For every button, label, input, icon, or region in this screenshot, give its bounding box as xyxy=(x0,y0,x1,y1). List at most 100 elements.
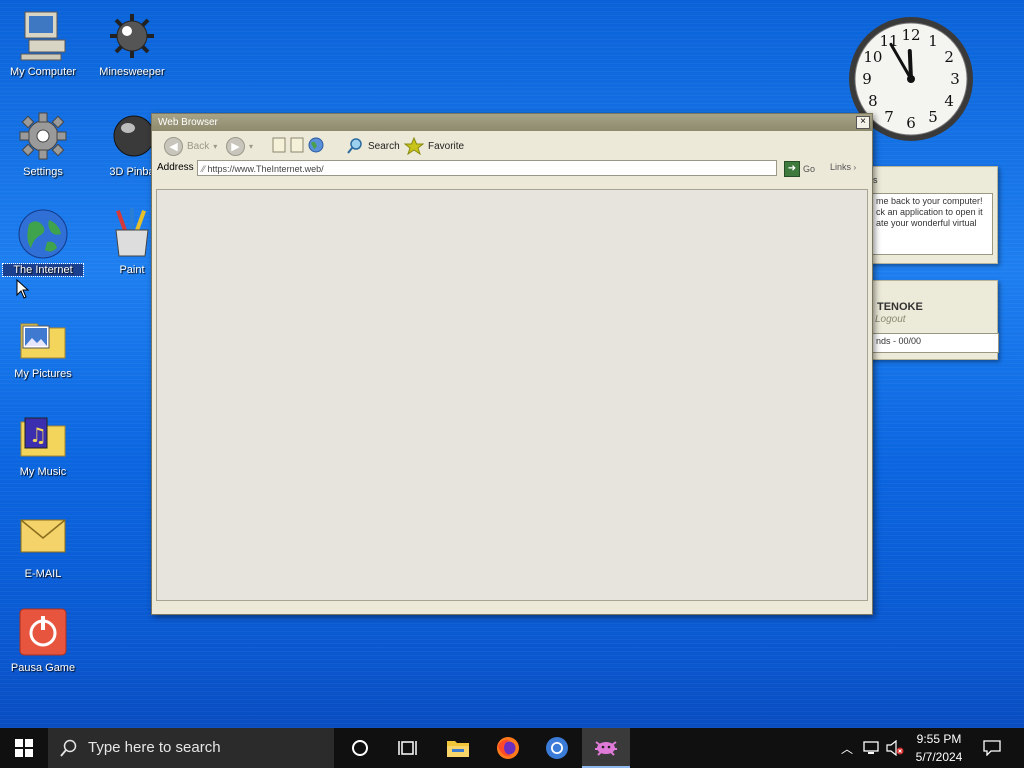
clock-numeral: 7 xyxy=(884,108,894,126)
username: TENOKE xyxy=(877,301,923,313)
pausa-game-label: Pausa Game xyxy=(10,662,76,674)
taskbar-date: 5/7/2024 xyxy=(915,750,963,764)
the-internet-shortcut[interactable]: The Internet xyxy=(2,208,84,277)
pink-creature-icon xyxy=(595,741,617,756)
page-content-area[interactable] xyxy=(156,189,868,601)
search-button[interactable]: Search xyxy=(346,137,400,155)
window-title: Web Browser xyxy=(158,117,218,128)
folder-icon xyxy=(447,741,469,757)
go-arrow-icon: ➜ xyxy=(784,161,800,177)
file-explorer-button[interactable] xyxy=(434,728,482,768)
search-icon xyxy=(60,739,77,757)
email-shortcut[interactable]: E-MAIL xyxy=(3,512,83,580)
mine-icon xyxy=(106,10,158,62)
clock-numeral: 6 xyxy=(906,114,916,132)
settings-shortcut[interactable]: Settings xyxy=(3,110,83,178)
windows-logo-icon xyxy=(15,739,33,757)
volume-muted-icon xyxy=(886,740,904,756)
network-icon xyxy=(863,741,879,754)
search-placeholder: Type here to search xyxy=(88,739,221,756)
network-tray-button[interactable] xyxy=(860,728,882,768)
logout-link[interactable]: Logout xyxy=(875,314,906,325)
user-profile-widget[interactable]: TENOKE Logout nds - 00/00 xyxy=(860,280,999,360)
my-music-shortcut[interactable]: ♫ My Music xyxy=(3,410,83,478)
volume-tray-button[interactable] xyxy=(884,728,906,768)
pictures-folder-icon xyxy=(17,312,69,364)
cortana-button[interactable] xyxy=(336,728,384,768)
chevron-up-icon: ︿ xyxy=(840,741,853,756)
page-icons xyxy=(272,137,324,153)
back-arrow-icon: ◀ xyxy=(164,137,183,156)
computer-icon xyxy=(17,10,69,62)
notes-line: me back to your computer! xyxy=(876,196,983,206)
game-app-button[interactable] xyxy=(582,728,630,768)
chrome-button[interactable] xyxy=(533,728,581,768)
user-stats: nds - 00/00 xyxy=(871,333,999,353)
minesweeper-shortcut[interactable]: Minesweeper xyxy=(92,10,172,78)
power-icon xyxy=(17,606,69,658)
clock-numeral: 10 xyxy=(863,48,882,66)
go-label: Go xyxy=(803,164,816,174)
clock-numeral: 9 xyxy=(862,70,872,88)
clock-numeral: 12 xyxy=(901,26,920,44)
web-browser-window[interactable]: Web Browser × ◀ Back ▾ ▶ ▾ Search Favori… xyxy=(151,113,873,615)
links-chevron-icon: › xyxy=(853,163,857,172)
back-label: Back xyxy=(187,141,210,152)
my-pictures-shortcut[interactable]: My Pictures xyxy=(3,312,83,380)
chrome-icon xyxy=(546,737,568,759)
firefox-button[interactable] xyxy=(484,728,532,768)
taskbar-clock[interactable]: 9:55 PM 5/7/2024 xyxy=(908,730,970,766)
mouse-cursor-icon xyxy=(16,279,30,299)
task-view-button[interactable] xyxy=(384,728,432,768)
taskbar-search-box[interactable]: Type here to search xyxy=(48,728,334,768)
address-label: Address xyxy=(157,162,194,173)
notifications-button[interactable] xyxy=(978,728,1006,768)
search-label: Search xyxy=(368,140,400,152)
taskbar: Type here to search ︿ 9:55 PM 5/7/2024 xyxy=(0,728,1024,768)
browser-toolbar: ◀ Back ▾ ▶ ▾ Search Favorite xyxy=(152,131,872,159)
gear-icon xyxy=(17,110,69,162)
globe-icon xyxy=(17,208,69,260)
my-music-label: My Music xyxy=(19,466,67,478)
page-favicon-icon: ⁄⁄ xyxy=(202,164,206,174)
window-titlebar[interactable]: Web Browser × xyxy=(152,114,872,131)
magnifier-icon xyxy=(347,138,362,154)
address-input[interactable]: ⁄⁄ https://www.TheInternet.web/ xyxy=(197,160,777,176)
clock-numeral: 1 xyxy=(928,32,938,50)
refresh-page-icon[interactable] xyxy=(290,137,304,153)
back-dropdown-icon[interactable]: ▾ xyxy=(213,142,217,151)
notes-line: ck an application to open it xyxy=(876,207,983,217)
forward-dropdown-icon[interactable]: ▾ xyxy=(249,142,253,151)
notes-line: ate your wonderful virtual xyxy=(876,218,977,228)
notes-widget[interactable]: s me back to your computer! ck an applic… xyxy=(860,166,998,264)
show-hidden-icons-button[interactable]: ︿ xyxy=(838,728,856,768)
clock-numeral: 8 xyxy=(868,92,878,110)
pausa-game-shortcut[interactable]: Pausa Game xyxy=(3,606,83,674)
back-button[interactable]: ◀ Back ▾ xyxy=(164,137,217,156)
desktop: My Computer Settings The Internet My Pic… xyxy=(0,0,1024,728)
close-button[interactable]: × xyxy=(856,116,870,129)
my-computer-shortcut[interactable]: My Computer xyxy=(3,10,83,78)
notes-text: me back to your computer! ck an applicat… xyxy=(871,193,993,255)
envelope-icon xyxy=(17,512,69,564)
favorite-label: Favorite xyxy=(428,140,465,152)
stop-page-icon[interactable] xyxy=(272,137,286,153)
forward-button[interactable]: ▶ ▾ xyxy=(226,137,253,156)
notification-icon xyxy=(983,740,1001,756)
links-button[interactable]: Links › xyxy=(830,162,856,172)
address-bar: Address ⁄⁄ https://www.TheInternet.web/ … xyxy=(152,159,872,179)
star-icon xyxy=(404,137,424,155)
clock-center-pin xyxy=(907,75,915,83)
clock-numeral: 2 xyxy=(944,48,954,66)
svg-text:♫: ♫ xyxy=(29,423,47,447)
task-view-icon xyxy=(398,741,417,755)
start-button[interactable] xyxy=(0,728,48,768)
go-button[interactable]: ➜ Go xyxy=(784,161,815,177)
minesweeper-label: Minesweeper xyxy=(99,66,165,78)
music-folder-icon: ♫ xyxy=(17,410,69,462)
favorite-button[interactable]: Favorite xyxy=(404,137,464,155)
home-globe-icon[interactable] xyxy=(308,137,324,153)
my-pictures-label: My Pictures xyxy=(14,368,72,380)
settings-label: Settings xyxy=(23,166,63,178)
taskbar-time: 9:55 PM xyxy=(916,732,962,746)
